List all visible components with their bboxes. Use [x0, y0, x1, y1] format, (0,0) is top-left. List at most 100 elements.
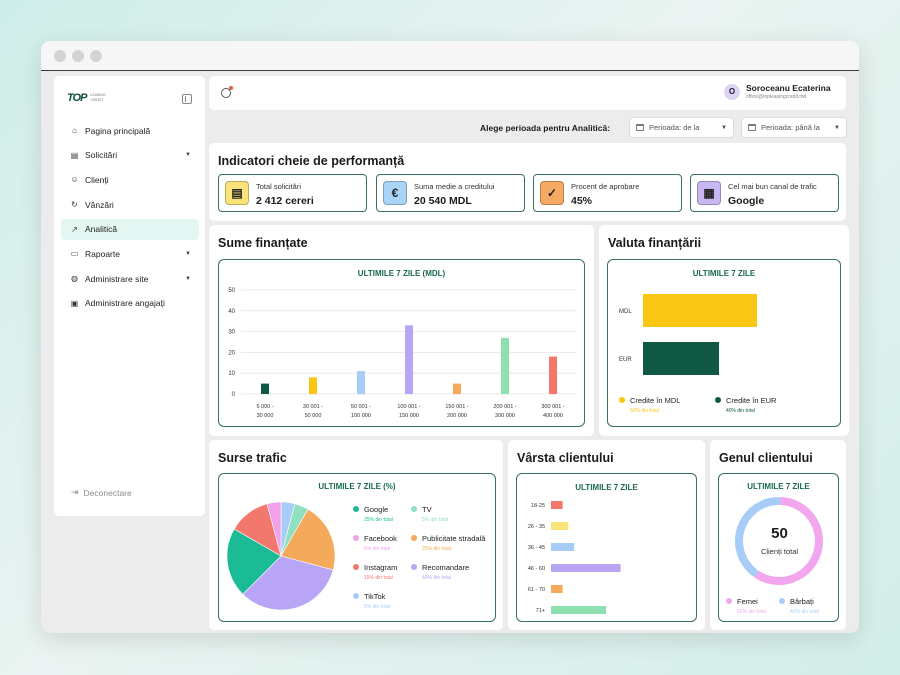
shield-check-icon: ✓: [540, 181, 564, 205]
sidebar-item-1[interactable]: ▤ Solicitări ▼: [61, 145, 199, 166]
globe-icon: ◍: [71, 274, 78, 284]
valuta-bar-chart: MDL EUR: [619, 294, 757, 375]
bar-5: [501, 337, 509, 394]
varsta-panel: Vârsta clientului ULTIMILE 7 ZILE 18-25 2…: [508, 440, 705, 630]
kpi-value: 20 540 MDL: [414, 195, 472, 207]
sidebar-item-3[interactable]: ↻ Vânzări: [61, 194, 199, 215]
logo[interactable]: TOP LEASING CREDIT: [67, 92, 110, 104]
kpi-panel: Indicatori cheie de performanță ▤ Total s…: [209, 143, 846, 221]
y-tick-label: 71+: [536, 608, 545, 614]
period-from-select[interactable]: Perioada: de la ▼: [629, 117, 734, 138]
valuta-panel: Valuta finanțării ULTIMILE 7 ZILE MDL EUR…: [599, 225, 849, 436]
title-bar: [41, 41, 859, 71]
legend-label: TikTok: [364, 592, 386, 601]
period-to-select[interactable]: Perioada: până la ▼: [741, 117, 847, 138]
kpi-label: Cel mai bun canal de trafic: [728, 182, 817, 191]
valuta-title: Valuta finanțării: [608, 236, 702, 250]
legend-label: Google: [364, 505, 389, 514]
sidebar: TOP LEASING CREDIT ⌂ Pagina principală ▤ So…: [54, 76, 205, 516]
legend-dot: [411, 506, 417, 512]
refresh-icon: ↻: [71, 200, 78, 210]
gen-panel: Genul clientului ULTIMILE 7 ZILE 50 Clie…: [710, 440, 846, 630]
analytics-icon: ↗: [71, 224, 78, 234]
chevron-down-icon: ▼: [721, 124, 727, 131]
briefcase-icon: ▣: [70, 298, 79, 308]
legend-dot: [353, 535, 359, 541]
bar-2: [357, 371, 365, 394]
sidebar-item-4[interactable]: ↗ Analitică: [61, 218, 199, 240]
notification-bell-icon[interactable]: [221, 86, 233, 98]
legend-label: Recomandare: [422, 563, 470, 572]
legend-item: Bărbați 40% din total: [779, 597, 819, 615]
legend-dot: [726, 598, 732, 604]
top-bar: O Soroceanu Ecaterina office@topleasingc…: [209, 76, 846, 110]
legend-label: Femei: [737, 597, 758, 606]
document-icon: ▤: [225, 181, 249, 205]
bar-3: [405, 325, 413, 394]
legend-item: Facebook 5% din total: [353, 534, 397, 552]
sidebar-item-5[interactable]: ▭ Rapoarte ▼: [61, 243, 199, 264]
legend-item: Credite în MDL 60% din total: [619, 396, 680, 414]
kpi-label: Procent de aprobare: [571, 182, 640, 191]
sidebar-nav: ⌂ Pagina principală ▤ Solicitări ▼ ☺ Clienți ↻ V…: [61, 120, 199, 318]
legend-dot: [619, 397, 625, 403]
sume-bar-chart: 50 40 30 20 10 0 5 000 - 30 000 30 001 - 50 000 50…: [228, 288, 577, 419]
legend-dot: [353, 506, 359, 512]
varsta-title: Vârsta clientului: [517, 451, 614, 465]
sidebar-item-label: Clienți: [85, 174, 109, 185]
logout-label: Deconectare: [83, 487, 132, 498]
sidebar-item-0[interactable]: ⌂ Pagina principală: [61, 120, 199, 141]
bar-1: [551, 522, 569, 530]
y-tick-label: 30: [228, 330, 235, 336]
calendar-icon: [748, 124, 756, 131]
kpi-label: Suma medie a creditului: [414, 182, 495, 191]
x-tick-label-b: 400 000: [543, 413, 563, 419]
legend-item: Instagram 15% din total: [353, 563, 397, 581]
legend-label: Credite în EUR: [726, 396, 777, 405]
bar-2: [551, 543, 575, 551]
bar-0: [643, 294, 757, 327]
user-profile[interactable]: O Soroceanu Ecaterina office@topleasingc…: [724, 83, 831, 100]
logout-button[interactable]: ⇥ Deconectare: [71, 487, 132, 498]
surse-pie-chart: [226, 501, 336, 611]
sidebar-item-7[interactable]: ▣ Administrare angajați: [61, 293, 199, 314]
window-minimize-button[interactable]: [72, 50, 84, 62]
x-tick-label-a: 200 001 -: [493, 404, 516, 410]
chevron-down-icon: ▼: [185, 275, 191, 282]
legend-dot: [353, 564, 359, 570]
valuta-chart-card: ULTIMILE 7 ZILE MDL EUR Credite în MDL 60%…: [607, 259, 841, 427]
x-tick-label-a: 5 000 -: [256, 404, 273, 410]
legend-dot: [411, 535, 417, 541]
x-tick-label-b: 50 000: [305, 413, 322, 419]
collapse-sidebar-icon[interactable]: [182, 94, 192, 104]
x-tick-label-a: 100 001 -: [397, 404, 420, 410]
sidebar-item-label: Solicitări: [85, 150, 118, 161]
legend-dot: [353, 593, 359, 599]
window-maximize-button[interactable]: [90, 50, 102, 62]
home-icon: ⌂: [72, 126, 77, 135]
legend-item: Femei 60% din total: [726, 597, 766, 615]
varsta-chart-card: ULTIMILE 7 ZILE 18-25 26 - 35 36 - 45 46 - …: [516, 473, 697, 622]
legend-label: Bărbați: [790, 597, 814, 606]
document-icon: ▤: [70, 150, 79, 160]
app-window: TOP LEASING CREDIT ⌂ Pagina principală ▤ So…: [41, 41, 859, 633]
legend-label: TV: [422, 505, 432, 514]
calendar-icon: [636, 124, 644, 131]
y-tick-label: 20: [228, 350, 235, 356]
sume-chart-card: ULTIMILE 7 ZILE (MDL) 50 40 30 20 10 0 5 000 -…: [218, 259, 585, 427]
legend-item: Credite în EUR 40% din total: [715, 396, 776, 414]
bar-5: [551, 606, 607, 614]
sidebar-item-6[interactable]: ◍ Administrare site ▼: [61, 268, 199, 289]
legend-item: Publicitate stradală 25% din total: [411, 534, 485, 552]
legend-sub: 5% din total: [364, 546, 391, 552]
sidebar-item-2[interactable]: ☺ Clienți: [61, 169, 199, 190]
legend-sub: 60% din total: [737, 609, 766, 615]
y-tick-label: 40: [228, 309, 235, 315]
chevron-down-icon: ▼: [834, 124, 840, 131]
y-tick-label: 0: [232, 392, 236, 398]
user-email: office@topleasingcredit.md: [746, 94, 807, 100]
legend-item: TV 5% din total: [411, 505, 448, 523]
kpi-card-1: € Suma medie a creditului 20 540 MDL: [376, 174, 525, 212]
bar-4: [453, 383, 461, 394]
window-close-button[interactable]: [54, 50, 66, 62]
